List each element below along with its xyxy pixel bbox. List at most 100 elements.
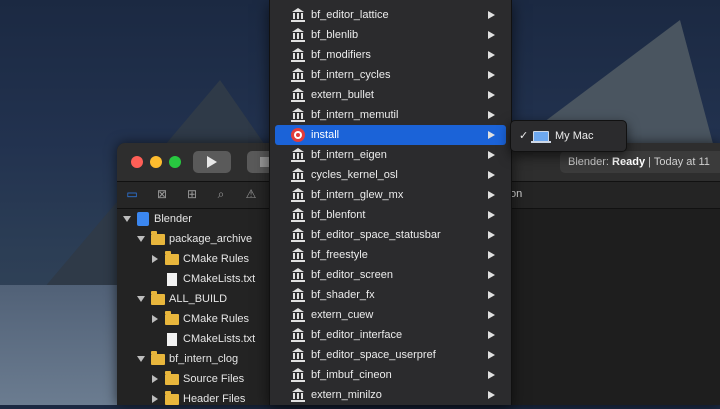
menu-item-label: bf_editor_screen — [311, 269, 393, 281]
library-icon — [291, 248, 305, 262]
tree-row[interactable]: CMakeLists.txt — [151, 329, 255, 349]
library-icon — [291, 288, 305, 302]
tree-row-label: CMake Rules — [183, 313, 250, 325]
menu-item[interactable]: cycles_kernel_osl — [275, 165, 506, 185]
warning-icon[interactable]: ⚠ — [244, 187, 258, 201]
hierarchy-icon[interactable]: ⊞ — [185, 187, 199, 201]
menu-item-label: cycles_kernel_osl — [311, 169, 398, 181]
tree-row-label: package_archive — [169, 233, 253, 245]
library-icon — [291, 88, 305, 102]
menu-item-label: bf_freestyle — [311, 249, 368, 261]
library-icon — [291, 148, 305, 162]
folder-icon — [151, 350, 165, 365]
tree-row-label: Source Files — [183, 373, 245, 385]
tree-row[interactable]: bf_intern_clog — [137, 349, 238, 369]
file-icon — [167, 332, 177, 346]
folder-icon[interactable]: ▭ — [125, 187, 139, 201]
menu-item[interactable]: extern_bullet — [275, 85, 506, 105]
menu-item[interactable]: bf_intern_glew_mx — [275, 185, 506, 205]
menu-item-label: bf_intern_cycles — [311, 69, 391, 81]
search-icon[interactable]: ⌕ — [214, 187, 228, 201]
disclosure-closed-icon[interactable] — [152, 315, 158, 324]
disclosure-open-icon[interactable] — [137, 296, 145, 303]
tree-row[interactable]: Blender — [123, 209, 192, 229]
menu-item-label: bf_editor_space_statusbar — [311, 229, 441, 241]
menu-item[interactable]: bf_blenlib — [275, 25, 506, 45]
menu-item-label: bf_shader_fx — [311, 289, 375, 301]
menu-item[interactable]: bf_shader_fx — [275, 285, 506, 305]
library-icon — [291, 388, 305, 402]
menu-item-label: extern_bullet — [311, 89, 374, 101]
folder-icon — [165, 310, 179, 325]
menu-item[interactable]: extern_cuew — [275, 305, 506, 325]
menu-item-label: bf_editor_space_userpref — [311, 349, 436, 361]
menu-item[interactable]: bf_editor_lattice — [275, 5, 506, 25]
minimize-window-button[interactable] — [150, 156, 162, 168]
tree-row[interactable]: ALL_BUILD — [137, 289, 227, 309]
run-button[interactable] — [193, 151, 231, 173]
library-icon — [291, 8, 305, 22]
disclosure-closed-icon[interactable] — [152, 255, 158, 264]
menu-item-label: bf_editor_lattice — [311, 9, 389, 21]
submenu-arrow-icon — [488, 91, 495, 99]
folder-icon — [151, 230, 165, 245]
activity-status: Blender: Ready | Today at 11 — [560, 151, 720, 173]
play-icon — [207, 156, 217, 168]
tree-row[interactable]: CMakeLists.txt — [151, 269, 255, 289]
tree-row[interactable]: CMake Rules — [151, 309, 249, 329]
library-icon — [291, 228, 305, 242]
disclosure-closed-icon[interactable] — [152, 375, 158, 384]
status-time: | Today at 11 — [648, 156, 710, 168]
tree-row[interactable]: Source Files — [151, 369, 244, 389]
menu-item[interactable]: bf_modifiers — [275, 45, 506, 65]
tree-row[interactable]: package_archive — [137, 229, 252, 249]
folder-icon — [151, 290, 165, 305]
menu-item[interactable]: bf_intern_memutil — [275, 105, 506, 125]
menu-item[interactable]: bf_intern_eigen — [275, 145, 506, 165]
menu-item[interactable]: bf_imbuf_cineon — [275, 365, 506, 385]
disclosure-open-icon[interactable] — [137, 236, 145, 243]
tree-row[interactable]: Header Files — [151, 389, 245, 409]
destination-my-mac[interactable]: ✓ My Mac — [515, 126, 622, 146]
tree-row[interactable]: CMake Rules — [151, 249, 249, 269]
menu-item-label: bf_editor_interface — [311, 329, 403, 341]
submenu-arrow-icon — [488, 31, 495, 39]
zoom-window-button[interactable] — [169, 156, 181, 168]
menu-item-label: bf_blenfont — [311, 209, 366, 221]
menu-item-label: extern_minilzo — [311, 389, 382, 401]
tree-row-label: ALL_BUILD — [169, 293, 228, 305]
destination-label: My Mac — [555, 130, 594, 142]
submenu-arrow-icon — [488, 151, 495, 159]
menu-item[interactable]: bf_blenfont — [275, 205, 506, 225]
disclosure-closed-icon[interactable] — [152, 395, 158, 404]
tree-row-label: CMakeLists.txt — [183, 333, 256, 345]
menu-item-label: install — [311, 129, 340, 141]
submenu-arrow-icon — [488, 231, 495, 239]
submenu-arrow-icon — [488, 331, 495, 339]
menu-item[interactable]: bf_editor_screen — [275, 265, 506, 285]
laptop-icon — [531, 131, 551, 143]
menu-item[interactable]: bf_freestyle — [275, 245, 506, 265]
menu-item[interactable]: bf_editor_space_userpref — [275, 345, 506, 365]
library-icon — [291, 108, 305, 122]
menu-item-label: extern_cuew — [311, 309, 374, 321]
tree-row-label: Blender — [154, 213, 192, 225]
disclosure-open-icon[interactable] — [137, 356, 145, 363]
menu-item[interactable]: extern_minilzo — [275, 385, 506, 405]
menu-item[interactable]: bf_editor_interface — [275, 325, 506, 345]
menu-item[interactable]: bf_editor_space_statusbar — [275, 225, 506, 245]
menu-item[interactable]: install — [275, 125, 506, 145]
tree-row-label: Header Files — [183, 393, 246, 405]
library-icon — [291, 308, 305, 322]
submenu-arrow-icon — [488, 71, 495, 79]
submenu-arrow-icon — [488, 351, 495, 359]
tree-row-label: CMakeLists.txt — [183, 273, 256, 285]
x-square-icon[interactable]: ⊠ — [155, 187, 169, 201]
folder-icon — [165, 370, 179, 385]
menu-item[interactable]: bf_intern_cycles — [275, 65, 506, 85]
menu-item-label: bf_intern_glew_mx — [311, 189, 404, 201]
disclosure-open-icon[interactable] — [123, 216, 131, 223]
target-icon — [291, 128, 305, 142]
close-window-button[interactable] — [131, 156, 143, 168]
tree-row-label: bf_intern_clog — [169, 353, 239, 365]
